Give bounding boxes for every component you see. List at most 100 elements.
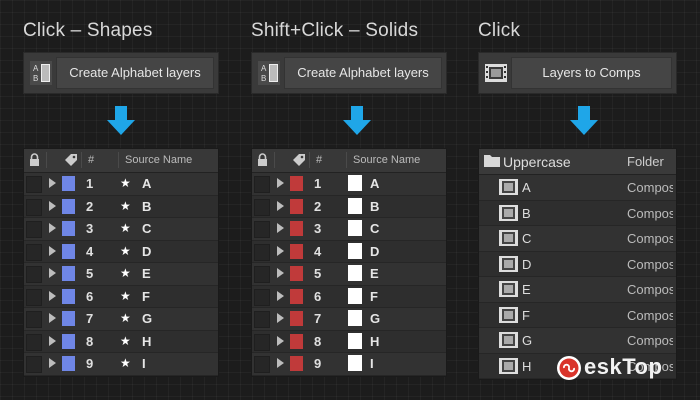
visibility-toggle[interactable] <box>26 288 42 306</box>
layer-row[interactable]: 9I <box>252 353 446 376</box>
layer-name: D <box>142 243 152 259</box>
comp-row[interactable]: A Compos <box>479 175 676 201</box>
label-color-swatch[interactable] <box>62 288 75 304</box>
layer-row[interactable]: 6 ★ F <box>24 285 218 308</box>
layer-row[interactable]: 1A <box>252 173 446 196</box>
visibility-toggle[interactable] <box>254 266 270 283</box>
label-color-swatch[interactable] <box>62 333 75 349</box>
expand-arrow-icon[interactable] <box>277 335 284 346</box>
visibility-toggle[interactable] <box>26 356 42 373</box>
label-tag-icon[interactable] <box>292 153 306 167</box>
column-header-number[interactable]: # <box>316 154 322 166</box>
comp-row[interactable]: G Compos <box>479 328 676 354</box>
visibility-toggle[interactable] <box>26 266 42 283</box>
svg-text:A: A <box>261 64 267 73</box>
visibility-toggle[interactable] <box>254 198 270 216</box>
lock-icon[interactable] <box>29 153 40 167</box>
layer-row[interactable]: 7 ★ G <box>24 308 218 331</box>
solid-thumbnail-icon <box>348 310 362 326</box>
comp-row[interactable]: E Compos <box>479 277 676 303</box>
comp-row[interactable]: C Compos <box>479 226 676 252</box>
visibility-toggle[interactable] <box>254 288 270 306</box>
layer-row[interactable]: 4 ★ D <box>24 240 218 263</box>
visibility-toggle[interactable] <box>254 333 270 351</box>
layer-row[interactable]: 2 ★ B <box>24 195 218 218</box>
label-color-swatch[interactable] <box>62 221 75 236</box>
layer-number: 8 <box>86 333 94 349</box>
expand-arrow-icon[interactable] <box>49 313 56 323</box>
expand-arrow-icon[interactable] <box>49 290 56 301</box>
label-color-swatch[interactable] <box>62 198 75 214</box>
label-color-swatch[interactable] <box>290 221 303 236</box>
visibility-toggle[interactable] <box>254 221 270 238</box>
visibility-toggle[interactable] <box>26 333 42 351</box>
visibility-toggle[interactable] <box>26 311 42 328</box>
layer-row[interactable]: 8 ★ H <box>24 330 218 353</box>
visibility-toggle[interactable] <box>254 243 270 261</box>
expand-arrow-icon[interactable] <box>49 200 56 211</box>
layer-row[interactable]: 1 ★ A <box>24 173 218 196</box>
layers-to-comps-button[interactable]: Layers to Comps <box>511 57 672 89</box>
comp-row[interactable]: D Compos <box>479 251 676 277</box>
visibility-toggle[interactable] <box>254 176 270 193</box>
layer-row[interactable]: 5 ★ E <box>24 263 218 286</box>
layer-row[interactable]: 6F <box>252 285 446 308</box>
visibility-toggle[interactable] <box>26 176 42 193</box>
expand-arrow-icon[interactable] <box>277 178 284 188</box>
label-color-swatch[interactable] <box>290 198 303 214</box>
expand-arrow-icon[interactable] <box>277 200 284 211</box>
header-divider <box>309 152 310 168</box>
label-color-swatch[interactable] <box>62 311 75 326</box>
create-alphabet-layers-button[interactable]: Create Alphabet layers <box>56 57 214 89</box>
layer-row[interactable]: 8H <box>252 330 446 353</box>
expand-arrow-icon[interactable] <box>277 313 284 323</box>
folder-row[interactable]: Uppercase Folder <box>479 149 676 175</box>
create-alphabet-layers-button[interactable]: Create Alphabet layers <box>284 57 442 89</box>
label-color-swatch[interactable] <box>290 333 303 349</box>
label-color-swatch[interactable] <box>290 266 303 281</box>
arrow-down-icon <box>107 106 135 135</box>
layer-row[interactable]: 9 ★ I <box>24 353 218 376</box>
expand-arrow-icon[interactable] <box>277 290 284 301</box>
expand-arrow-icon[interactable] <box>49 268 56 278</box>
label-color-swatch[interactable] <box>62 356 75 371</box>
label-color-swatch[interactable] <box>62 243 75 259</box>
label-color-swatch[interactable] <box>290 356 303 371</box>
layer-row[interactable]: 4D <box>252 240 446 263</box>
layer-row[interactable]: 3C <box>252 218 446 241</box>
label-color-swatch[interactable] <box>290 311 303 326</box>
label-color-swatch[interactable] <box>290 176 303 191</box>
expand-arrow-icon[interactable] <box>49 335 56 346</box>
visibility-toggle[interactable] <box>26 243 42 261</box>
layer-row[interactable]: 3 ★ C <box>24 218 218 241</box>
column-header-number[interactable]: # <box>88 154 94 166</box>
expand-arrow-icon[interactable] <box>49 178 56 188</box>
label-tag-icon[interactable] <box>64 153 78 167</box>
visibility-toggle[interactable] <box>26 221 42 238</box>
expand-arrow-icon[interactable] <box>49 245 56 256</box>
label-color-swatch[interactable] <box>290 243 303 259</box>
column-header-source-name[interactable]: Source Name <box>353 154 420 166</box>
comp-row[interactable]: B Compos <box>479 200 676 226</box>
visibility-toggle[interactable] <box>254 356 270 373</box>
label-color-swatch[interactable] <box>62 266 75 281</box>
expand-arrow-icon[interactable] <box>277 245 284 256</box>
visibility-toggle[interactable] <box>254 311 270 328</box>
expand-arrow-icon[interactable] <box>49 223 56 233</box>
header-divider <box>346 152 347 168</box>
layer-number: 7 <box>86 311 94 326</box>
label-color-swatch[interactable] <box>290 288 303 304</box>
layer-row[interactable]: 5E <box>252 263 446 286</box>
lock-icon[interactable] <box>257 153 268 167</box>
label-color-swatch[interactable] <box>62 176 75 191</box>
expand-arrow-icon[interactable] <box>49 358 56 368</box>
column-header-source-name[interactable]: Source Name <box>125 154 192 166</box>
layer-row[interactable]: 7G <box>252 308 446 331</box>
expand-arrow-icon[interactable] <box>277 223 284 233</box>
expand-arrow-icon[interactable] <box>277 268 284 278</box>
comp-row[interactable]: F Compos <box>479 302 676 328</box>
layer-row[interactable]: 2B <box>252 195 446 218</box>
shape-star-icon: ★ <box>120 288 131 303</box>
visibility-toggle[interactable] <box>26 198 42 216</box>
expand-arrow-icon[interactable] <box>277 358 284 368</box>
